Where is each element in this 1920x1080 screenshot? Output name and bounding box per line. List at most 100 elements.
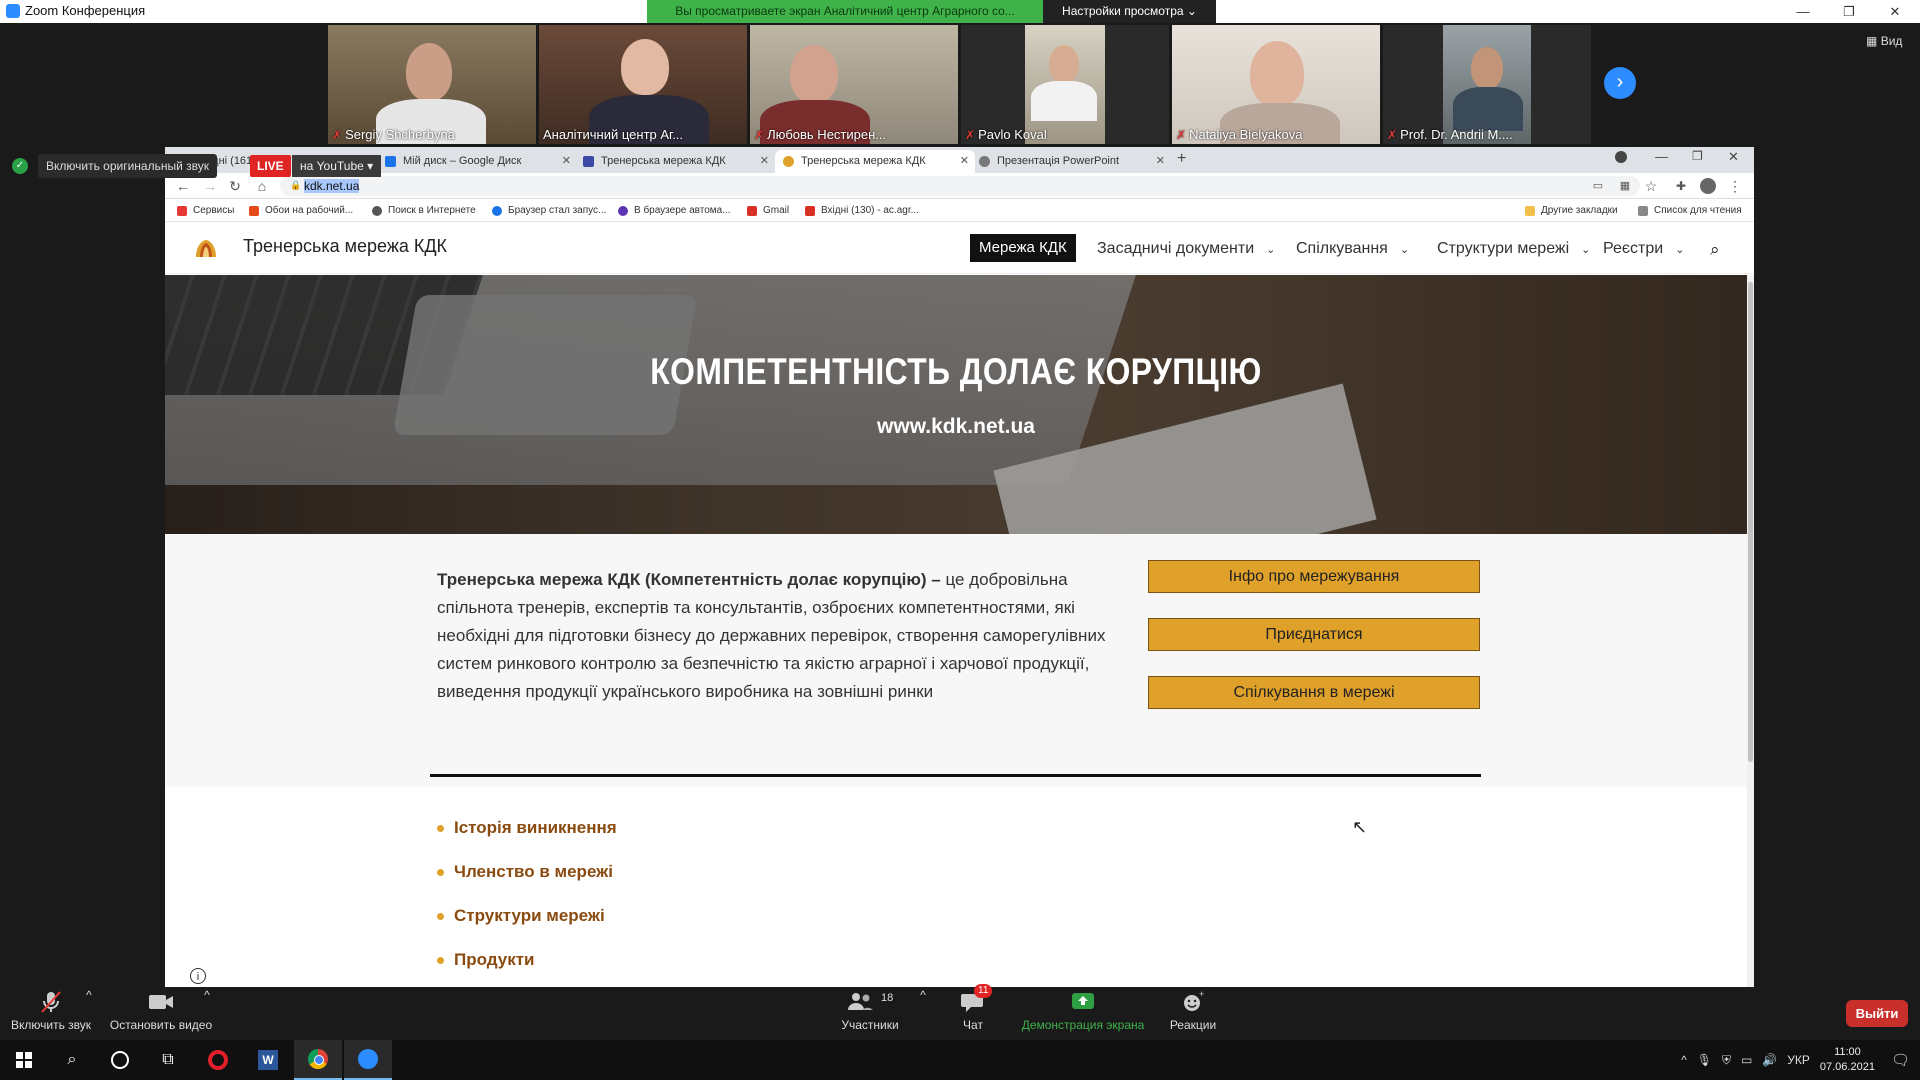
chevron-down-icon: ⌄ [1581, 244, 1591, 256]
chat-button[interactable]: 11 Чат [950, 984, 996, 1032]
participant-tile[interactable]: ✗ Pavlo Koval [961, 25, 1169, 144]
menu-dots-icon[interactable]: ⋮ [1725, 177, 1745, 195]
nav-label: Засадничі документи [1097, 240, 1255, 257]
link-products[interactable]: Продукти [437, 950, 535, 970]
site-title[interactable]: Тренерська мережа КДК [243, 236, 447, 257]
participant-tile[interactable]: ✗ Sergiy Shcherbyna [328, 25, 536, 144]
cortana-icon[interactable] [96, 1040, 144, 1080]
bookmark-item[interactable]: Браузер стал запус... [492, 200, 606, 222]
hero-url: www.kdk.net.ua [877, 415, 1035, 438]
share-screen-label: Демонстрация экрана [1021, 1018, 1145, 1032]
info-icon[interactable]: i [190, 968, 206, 984]
close-tab-icon[interactable]: ✕ [1156, 150, 1165, 173]
close-tab-icon[interactable]: ✕ [760, 150, 769, 173]
network-communication-button[interactable]: Спілкування в мережі [1148, 676, 1480, 709]
home-icon[interactable]: ⌂ [252, 177, 272, 195]
link-history[interactable]: Історія виникнення [437, 818, 617, 838]
view-button[interactable]: ▦ Вид [1866, 34, 1902, 48]
participant-tile-active-speaker[interactable]: Аналітичний центр Аг... [539, 25, 747, 144]
forward-arrow-icon[interactable]: → [200, 177, 220, 195]
nav-documents[interactable]: Засадничі документи ⌄ [1097, 240, 1275, 258]
extensions-icon[interactable]: ✚ [1671, 177, 1691, 195]
lock-icon[interactable]: 🔒 [290, 180, 301, 191]
stop-video-button[interactable]: Остановить видео [108, 990, 214, 1032]
participant-tile[interactable]: ✗ Nataliya Bielyakova [1172, 25, 1380, 144]
network-icon[interactable]: ▭ [1741, 1053, 1752, 1067]
reload-icon[interactable]: ↻ [225, 177, 245, 195]
bookmark-label: Gmail [763, 205, 790, 216]
unmute-button[interactable]: Включить звук [10, 990, 92, 1032]
video-options-caret[interactable]: ^ [202, 988, 212, 1002]
close-icon[interactable]: ✕ [1728, 149, 1739, 165]
opera-browser-icon[interactable] [194, 1040, 242, 1080]
star-icon[interactable]: ☆ [1641, 177, 1661, 195]
profile-record-icon[interactable] [1615, 151, 1627, 163]
view-options-dropdown[interactable]: Настройки просмотра ⌄ [1043, 0, 1216, 23]
bookmark-folder[interactable]: Другие закладки [1525, 200, 1618, 222]
bookmark-item[interactable]: Обои на рабочий... [249, 200, 353, 222]
participants-options-caret[interactable]: ^ [918, 988, 928, 1002]
microphone-icon[interactable]: 🎙 [1697, 1053, 1712, 1067]
notifications-icon[interactable]: 🗨 [1891, 1051, 1910, 1069]
join-button[interactable]: Приєднатися [1148, 618, 1480, 651]
task-view-icon[interactable]: ⧉ [144, 1040, 192, 1080]
bookmark-item[interactable]: Вхідні (130) - ac.agr... [805, 200, 919, 222]
browser-tab-active[interactable]: Тренерська мережа КДК ✕ [775, 150, 975, 173]
close-icon[interactable]: ✕ [1872, 0, 1918, 23]
restore-icon[interactable]: ❐ [1826, 0, 1872, 23]
windows-start-icon[interactable] [0, 1040, 48, 1080]
scrollbar-thumb[interactable] [1748, 282, 1753, 762]
share-screen-button[interactable]: Демонстрация экрана [1020, 990, 1146, 1032]
live-stream-target[interactable]: на YouTube ▾ [292, 155, 382, 177]
participant-tile[interactable]: ✗ Любовь Нестирен... [750, 25, 958, 144]
security-icon[interactable]: ⛨ [1722, 1053, 1731, 1068]
address-bar[interactable]: kdk.net.ua [280, 176, 1640, 196]
participants-button[interactable]: 18 Участники [838, 990, 902, 1032]
site-logo-icon[interactable] [193, 237, 219, 263]
bookmark-item[interactable]: В браузере автома... [618, 200, 731, 222]
intro-paragraph: Тренерська мережа КДК (Компетентність до… [437, 566, 1117, 706]
nav-communication[interactable]: Спілкування ⌄ [1296, 240, 1409, 258]
leave-button[interactable]: Выйти [1846, 1000, 1908, 1027]
bookmark-item[interactable]: Поиск в Интернете [372, 200, 476, 222]
audio-options-caret[interactable]: ^ [84, 988, 94, 1002]
minimize-icon[interactable]: — [1655, 149, 1668, 164]
chevron-up-icon[interactable]: ^ [1681, 1053, 1687, 1067]
install-app-icon[interactable]: ▭ [1588, 177, 1608, 195]
link-membership[interactable]: Членство в мережі [437, 862, 613, 882]
next-page-arrow-icon[interactable]: › [1604, 67, 1636, 99]
new-tab-icon[interactable]: + [1177, 150, 1186, 168]
info-networking-button[interactable]: Інфо про мережування [1148, 560, 1480, 593]
word-icon[interactable]: W [244, 1040, 292, 1080]
browser-tab[interactable]: Презентація PowerPoint ✕ [971, 150, 1171, 173]
bookmark-item[interactable]: Gmail [747, 200, 789, 222]
minimize-icon[interactable]: — [1780, 0, 1826, 23]
profile-avatar[interactable] [1700, 178, 1716, 194]
search-icon[interactable]: ⌕ [48, 1040, 96, 1080]
browser-tab[interactable]: Мій диск – Google Диск ✕ [377, 150, 577, 173]
reading-list[interactable]: Список для чтения [1638, 200, 1742, 222]
qr-code-icon[interactable]: ▦ [1615, 177, 1635, 195]
nav-registers[interactable]: Реєстри ⌄ [1603, 240, 1684, 258]
zoom-taskbar-icon[interactable] [344, 1040, 392, 1080]
volume-icon[interactable]: 🔊 [1762, 1053, 1777, 1067]
link-structures[interactable]: Структури мережі [437, 906, 605, 926]
restore-icon[interactable]: ❐ [1692, 149, 1703, 163]
bookmark-label: Вхідні (130) - ac.agr... [821, 205, 919, 216]
zoom-app-title: Zoom Конференция [6, 3, 145, 18]
back-arrow-icon[interactable]: ← [173, 177, 193, 195]
close-tab-icon[interactable]: ✕ [960, 150, 969, 173]
nav-structures[interactable]: Структури мережі ⌄ [1437, 240, 1590, 258]
close-tab-icon[interactable]: ✕ [562, 150, 571, 173]
security-shield-icon[interactable]: ✓ [12, 158, 28, 174]
original-sound-button[interactable]: Включить оригинальный звук [38, 154, 218, 178]
browser-tab[interactable]: Тренерська мережа КДК ✕ [575, 150, 775, 173]
clock[interactable]: 11:00 07.06.2021 [1820, 1045, 1875, 1075]
participant-tile[interactable]: ✗ Prof. Dr. Andrii M.... [1383, 25, 1591, 144]
search-icon[interactable]: ⌕ [1710, 240, 1720, 260]
reactions-button[interactable]: + Реакции [1164, 990, 1222, 1032]
chrome-icon[interactable] [294, 1040, 342, 1080]
language-indicator[interactable]: УКР [1787, 1053, 1810, 1067]
bookmark-item[interactable]: Сервисы [177, 200, 234, 222]
nav-home[interactable]: Мережа КДК [970, 234, 1076, 262]
